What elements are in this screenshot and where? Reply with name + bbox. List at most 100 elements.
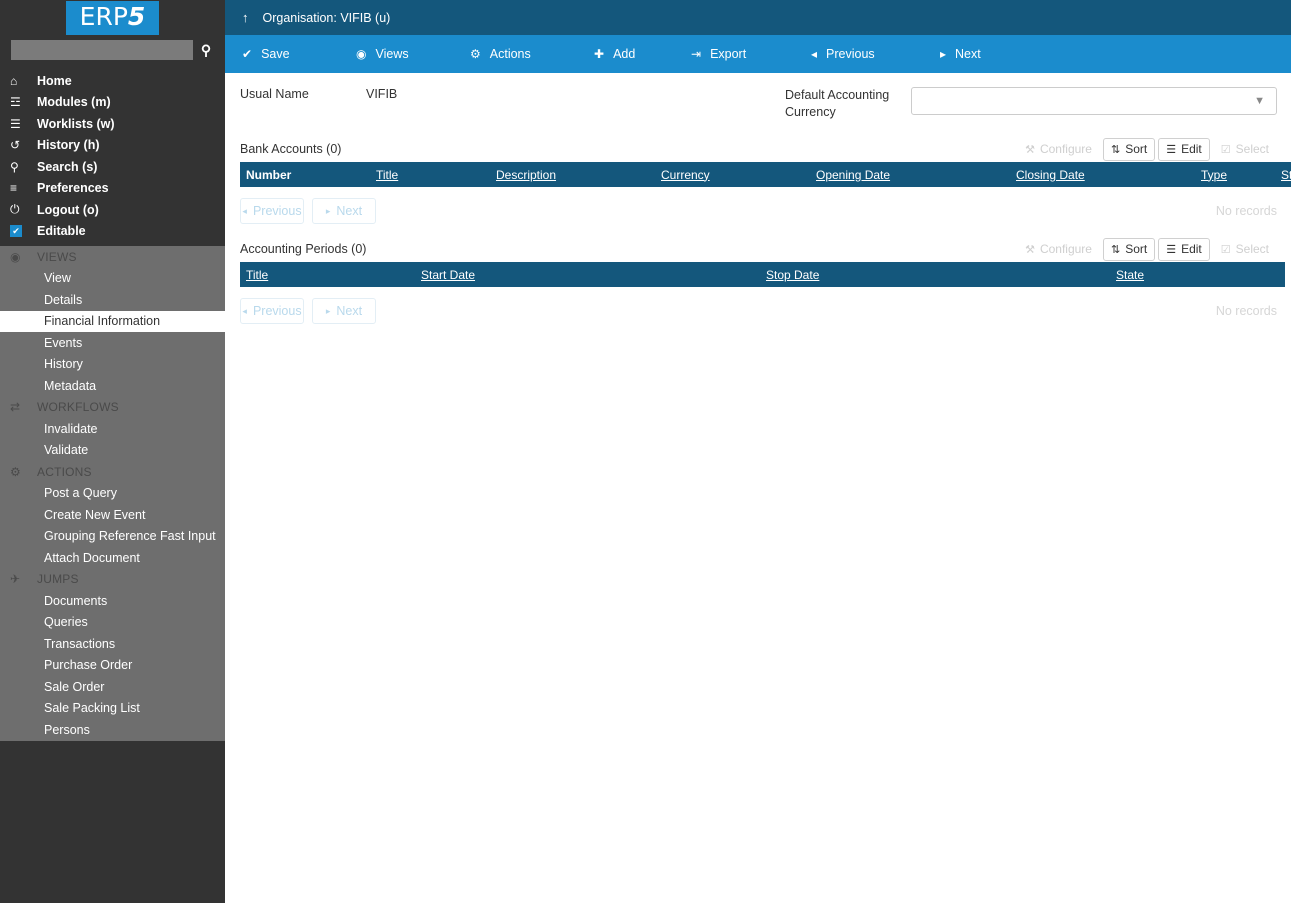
arrow-up-icon[interactable]: ↑ — [242, 10, 249, 25]
usual-name-value: VIFIB — [366, 87, 398, 101]
column-header-title[interactable]: Title — [240, 262, 415, 287]
wrench-icon: ⚒ — [1025, 243, 1035, 256]
sidebar-item-preferences[interactable]: ≡ Preferences — [0, 178, 225, 200]
sidebar-item-purchase-order[interactable]: Purchase Order — [0, 655, 225, 677]
listbox-previous-button: ◂ Previous — [240, 198, 304, 224]
sidebar-item-home[interactable]: ⌂ Home — [0, 70, 225, 92]
listbox-table: Title Start Date Stop Date State — [240, 262, 1285, 287]
sidebar-item-label: Editable — [37, 224, 86, 239]
listbox-select-button: ☑ Select — [1212, 237, 1277, 261]
sidebar-item-modules-m[interactable]: ☲ Modules (m) — [0, 92, 225, 114]
field-usual-name: Usual Name VIFIB — [240, 87, 785, 121]
sidebar-item-persons[interactable]: Persons — [0, 719, 225, 741]
sidebar-item-queries[interactable]: Queries — [0, 612, 225, 634]
caret-right-icon: ▸ — [940, 47, 947, 61]
content-area: Usual Name VIFIB Default Accounting Curr… — [225, 73, 1291, 327]
sidebar-item-logout-o[interactable]: ⏻ Logout (o) — [0, 199, 225, 221]
page-title: Organisation: VIFIB (u) — [262, 10, 391, 25]
sidebar-item-search-s[interactable]: ⚲ Search (s) — [0, 156, 225, 178]
column-header-label: State — [1116, 267, 1145, 282]
column-header-start-date[interactable]: Start Date — [415, 262, 760, 287]
sidebar-group-label: JUMPS — [37, 572, 79, 587]
sidebar-item-metadata[interactable]: Metadata — [0, 375, 225, 397]
sidebar-item-details[interactable]: Details — [0, 289, 225, 311]
sidebar-item-label: Post a Query — [44, 486, 117, 501]
column-header-label: Currency — [661, 167, 710, 182]
column-header-label: Type — [1201, 167, 1228, 182]
sidebar-item-label: History (h) — [37, 138, 100, 153]
caret-left-icon: ◂ — [242, 205, 247, 216]
toolbar-button-previous[interactable]: ◂ Previous — [811, 35, 875, 73]
toolbar-button-next[interactable]: ▸ Next — [940, 35, 981, 73]
sidebar-item-documents[interactable]: Documents — [0, 590, 225, 612]
default-accounting-currency-label: Default Accounting Currency — [785, 87, 911, 121]
sidebar-item-view[interactable]: View — [0, 268, 225, 290]
field-default-accounting-currency: Default Accounting Currency ▼ — [785, 87, 1277, 121]
column-header-number: Number — [240, 162, 370, 187]
sidebar-group-views: ◉ VIEWS — [0, 246, 225, 268]
gears-icon: ⚙ — [10, 464, 21, 479]
sidebar-item-sale-order[interactable]: Sale Order — [0, 676, 225, 698]
sidebar-item-label: Sale Order — [44, 679, 105, 694]
list-icon: ☰ — [1166, 143, 1177, 156]
checkbox-checked-icon[interactable]: ✔ — [10, 225, 22, 238]
eye-icon: ◉ — [10, 249, 21, 264]
sidebar-item-events[interactable]: Events — [0, 332, 225, 354]
default-accounting-currency-select[interactable]: ▼ — [911, 87, 1277, 115]
sidebar-item-worklists-w[interactable]: ☰ Worklists (w) — [0, 113, 225, 135]
column-header-title[interactable]: Title — [370, 162, 490, 187]
sidebar-item-invalidate[interactable]: Invalidate — [0, 418, 225, 440]
column-header-description[interactable]: Description — [490, 162, 655, 187]
airplane-icon: ✈ — [10, 572, 21, 587]
column-header-opening-date[interactable]: Opening Date — [810, 162, 1010, 187]
home-icon: ⌂ — [10, 73, 18, 88]
sidebar-item-label: Home — [37, 73, 72, 88]
column-header-closing-date[interactable]: Closing Date — [1010, 162, 1195, 187]
listbox-configure-button: ⚒ Configure — [1017, 237, 1100, 261]
listbox-sort-button[interactable]: ⇅ Sort — [1102, 237, 1156, 261]
column-header-label: Closing Date — [1016, 167, 1085, 182]
sidebar-item-label: Events — [44, 335, 83, 350]
column-header-stop-date[interactable]: Stop Date — [760, 262, 1110, 287]
column-header-type[interactable]: Type — [1195, 162, 1275, 187]
sidebar-item-history[interactable]: History — [0, 354, 225, 376]
search-icon[interactable]: ⚲ — [193, 40, 219, 60]
toolbar-button-add[interactable]: ✚ Add — [594, 35, 635, 73]
sidebar-item-history-h[interactable]: ↺ History (h) — [0, 135, 225, 157]
no-records-message: No records — [1215, 204, 1277, 218]
erp5-logo[interactable]: ERP5 — [65, 0, 160, 35]
sidebar-item-attach-document[interactable]: Attach Document — [0, 547, 225, 569]
listbox-footer: ◂ Previous ▸ Next No records — [240, 187, 1277, 227]
sidebar-item-label: Documents — [44, 593, 108, 608]
sidebar-item-validate[interactable]: Validate — [0, 440, 225, 462]
sort-icon: ⇅ — [1110, 243, 1121, 256]
sidebar-item-post-a-query[interactable]: Post a Query — [0, 483, 225, 505]
column-header-state[interactable]: State — [1275, 162, 1291, 187]
sidebar-item-grouping-reference-fast-input[interactable]: Grouping Reference Fast Input — [0, 526, 225, 548]
listbox-next-button: ▸ Next — [312, 298, 376, 324]
document-titlebar: ↑ Organisation: VIFIB (u) — [225, 0, 1291, 35]
toolbar-button-actions[interactable]: ⚙ Actions — [470, 35, 531, 73]
listbox-title: Accounting Periods (0) — [240, 242, 367, 256]
sidebar-item-sale-packing-list[interactable]: Sale Packing List — [0, 698, 225, 720]
sidebar-item-transactions[interactable]: Transactions — [0, 633, 225, 655]
sidebar-item-create-new-event[interactable]: Create New Event — [0, 504, 225, 526]
listbox-header: Bank Accounts (0) ⚒ Configure ⇅ Sort ☰ Edit ☑ Se… — [240, 136, 1277, 162]
sidebar-group-workflows: ⇄ WORKFLOWS — [0, 397, 225, 419]
column-header-label: Title — [246, 267, 269, 282]
column-header-state[interactable]: State — [1110, 262, 1285, 287]
sidebar-item-editable[interactable]: ✔ Editable — [0, 221, 225, 243]
listbox-edit-button[interactable]: ☰ Edit — [1158, 237, 1210, 261]
search-input[interactable] — [11, 40, 193, 60]
search-icon: ⚲ — [10, 159, 19, 174]
listbox-sort-button[interactable]: ⇅ Sort — [1102, 137, 1156, 161]
toolbar-button-views[interactable]: ◉ Views — [356, 35, 409, 73]
sidebar-item-financial-information[interactable]: Financial Information — [0, 310, 225, 332]
wrench-icon: ⚒ — [1025, 143, 1035, 156]
toolbar-button-save[interactable]: ✔ Save — [242, 35, 290, 73]
toolbar-button-label: Next — [955, 47, 981, 61]
sidebar: ERP5 ⚲ ⌂ Home ☲ Modules (m) ☰ Worklists (w) ↺ H… — [0, 0, 225, 903]
column-header-currency[interactable]: Currency — [655, 162, 810, 187]
listbox-edit-button[interactable]: ☰ Edit — [1158, 137, 1210, 161]
toolbar-button-export[interactable]: ⇥ Export — [691, 35, 746, 73]
